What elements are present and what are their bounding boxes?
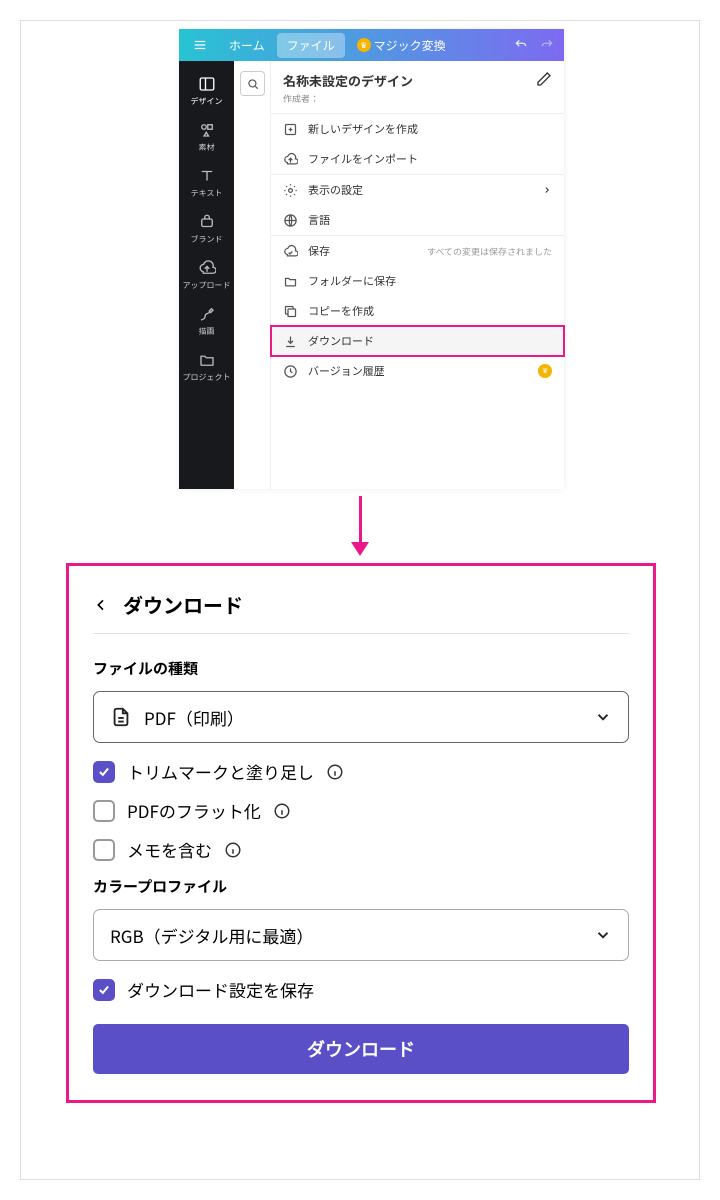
- menu-label: コピーを作成: [308, 303, 374, 319]
- sidebar-item-elements[interactable]: 素材: [179, 113, 234, 159]
- top-bar: ホーム ファイル ♛ マジック変換: [179, 29, 564, 61]
- sidebar-label: デザイン: [191, 96, 223, 107]
- left-sidebar: デザイン 素材 テキスト ブランド アップロード: [179, 61, 234, 489]
- menu-label: 表示の設定: [308, 182, 363, 198]
- sidebar-item-brand[interactable]: ブランド: [179, 205, 234, 251]
- menu-button[interactable]: [183, 34, 217, 56]
- home-button[interactable]: ホーム: [219, 33, 275, 58]
- checkbox-icon: [93, 761, 115, 783]
- undo-button[interactable]: [508, 34, 534, 56]
- file-dropdown: 名称未設定のデザイン 作成者： 新しいデザインを作成 ファイルをインポート: [271, 61, 564, 489]
- menu-label: 新しいデザインを作成: [308, 121, 418, 137]
- app-window: ホーム ファイル ♛ マジック変換 デザイン 素: [179, 29, 564, 489]
- crown-icon: ♛: [538, 364, 552, 378]
- menu-label: バージョン履歴: [308, 363, 385, 379]
- sidebar-label: ブランド: [191, 234, 223, 245]
- sidebar-label: 素材: [199, 142, 215, 153]
- back-icon[interactable]: [93, 597, 109, 613]
- sidebar-item-projects[interactable]: プロジェクト: [179, 343, 234, 389]
- sidebar-item-text[interactable]: テキスト: [179, 159, 234, 205]
- info-icon[interactable]: [273, 802, 291, 820]
- sidebar-item-design[interactable]: デザイン: [179, 67, 234, 113]
- checkbox-icon: [93, 800, 115, 822]
- color-profile-value: RGB（デジタル用に最適）: [110, 923, 313, 948]
- menu-language[interactable]: 言語: [271, 205, 564, 235]
- edit-icon[interactable]: [536, 71, 552, 87]
- info-icon[interactable]: [326, 763, 344, 781]
- file-icon: [110, 706, 132, 728]
- magic-convert-button[interactable]: ♛ マジック変換: [347, 33, 456, 58]
- chevron-down-icon: [594, 926, 612, 944]
- file-type-select[interactable]: PDF（印刷）: [93, 691, 629, 743]
- menu-save-folder[interactable]: フォルダーに保存: [271, 266, 564, 296]
- search-strip: [234, 61, 271, 489]
- save-status: すべての変更は保存されました: [427, 245, 552, 258]
- magic-label: マジック変換: [374, 37, 446, 54]
- menu-version[interactable]: バージョン履歴 ♛: [271, 356, 564, 386]
- file-type-label: ファイルの種類: [93, 658, 629, 679]
- option-flatten[interactable]: PDFのフラット化: [93, 798, 629, 823]
- menu-view-settings[interactable]: 表示の設定: [271, 175, 564, 205]
- menu-save[interactable]: 保存 すべての変更は保存されました: [271, 236, 564, 266]
- author-label: 作成者：: [283, 92, 413, 105]
- menu-copy[interactable]: コピーを作成: [271, 296, 564, 326]
- menu-label: 保存: [308, 243, 330, 259]
- sidebar-label: アップロード: [183, 280, 231, 291]
- download-button[interactable]: ダウンロード: [93, 1024, 629, 1074]
- menu-new-design[interactable]: 新しいデザインを作成: [271, 114, 564, 144]
- menu-import[interactable]: ファイルをインポート: [271, 144, 564, 174]
- color-profile-label: カラープロファイル: [93, 876, 629, 897]
- color-profile-select[interactable]: RGB（デジタル用に最適）: [93, 909, 629, 961]
- option-save-settings[interactable]: ダウンロード設定を保存: [93, 977, 629, 1002]
- menu-label: フォルダーに保存: [308, 273, 396, 289]
- menu-label: ダウンロード: [308, 333, 374, 349]
- sidebar-label: テキスト: [191, 188, 223, 199]
- search-button[interactable]: [240, 71, 265, 96]
- download-panel: ダウンロード ファイルの種類 PDF（印刷） トリムマークと塗り足し PDFのフ…: [66, 563, 656, 1103]
- option-label: メモを含む: [127, 837, 212, 862]
- crown-icon: ♛: [357, 38, 371, 52]
- sidebar-label: プロジェクト: [183, 372, 231, 383]
- design-title: 名称未設定のデザイン: [283, 71, 413, 90]
- menu-download[interactable]: ダウンロード: [271, 326, 564, 356]
- checkbox-icon: [93, 839, 115, 861]
- flow-arrow: [350, 496, 370, 556]
- chevron-right-icon: [542, 185, 552, 195]
- menu-label: ファイルをインポート: [308, 151, 418, 167]
- redo-button[interactable]: [534, 34, 560, 56]
- menu-label: 言語: [308, 212, 330, 228]
- file-button[interactable]: ファイル: [277, 33, 345, 58]
- checkbox-icon: [93, 979, 115, 1001]
- panel-title: ダウンロード: [123, 590, 243, 619]
- sidebar-label: 描画: [199, 326, 215, 337]
- chevron-down-icon: [594, 708, 612, 726]
- option-label: トリムマークと塗り足し: [127, 759, 314, 784]
- sidebar-item-upload[interactable]: アップロード: [179, 251, 234, 297]
- option-label: ダウンロード設定を保存: [127, 977, 314, 1002]
- option-label: PDFのフラット化: [127, 798, 261, 823]
- file-type-value: PDF（印刷）: [144, 705, 244, 730]
- info-icon[interactable]: [224, 841, 242, 859]
- option-trim-marks[interactable]: トリムマークと塗り足し: [93, 759, 629, 784]
- option-notes[interactable]: メモを含む: [93, 837, 629, 862]
- sidebar-item-draw[interactable]: 描画: [179, 297, 234, 343]
